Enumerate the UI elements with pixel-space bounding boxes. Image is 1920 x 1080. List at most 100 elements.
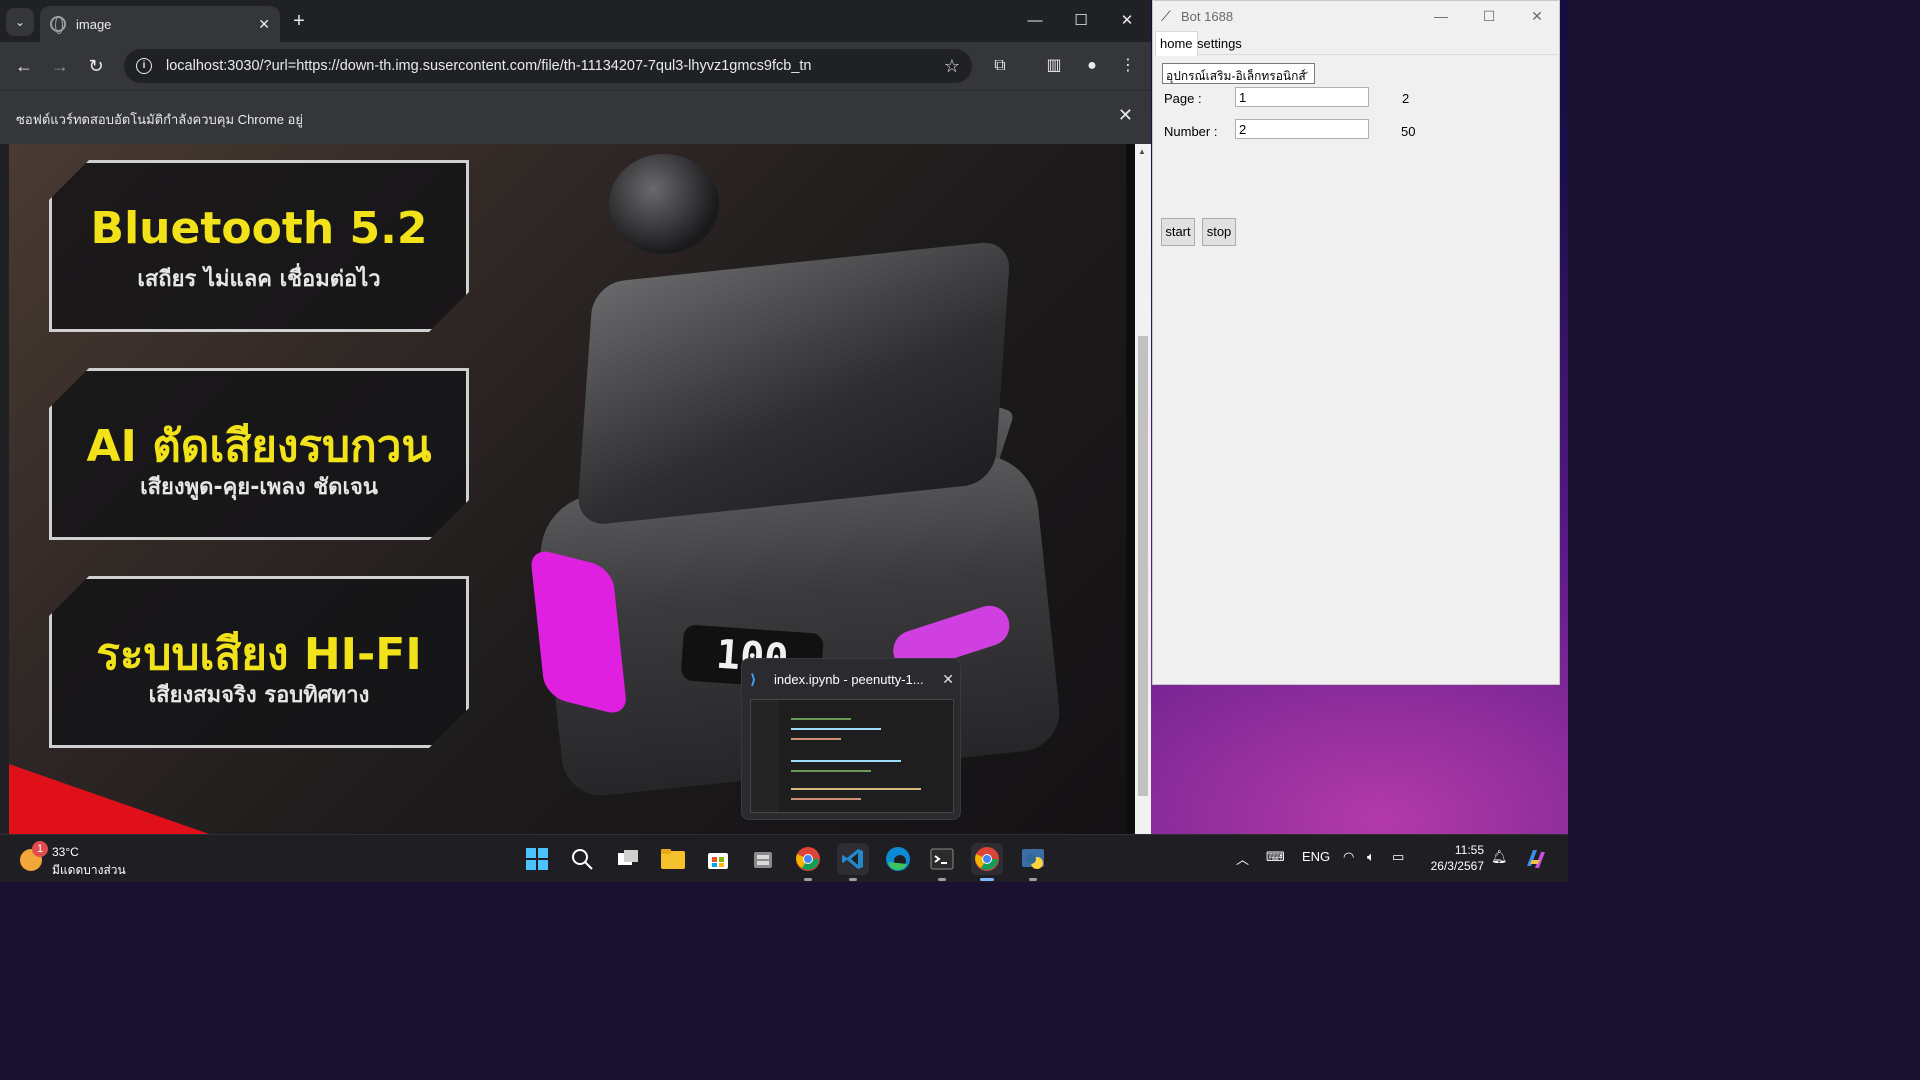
profile-icon[interactable]: ● xyxy=(1080,54,1104,78)
search-icon[interactable] xyxy=(566,843,598,875)
new-tab-icon[interactable]: + xyxy=(288,10,310,32)
maximize-icon[interactable]: ☐ xyxy=(1469,5,1509,27)
tab-settings[interactable]: settings xyxy=(1193,33,1246,55)
viewport-edge xyxy=(0,144,9,834)
number-input[interactable]: 2 xyxy=(1235,119,1369,139)
preview-title: index.ipynb - peenutty-1... xyxy=(774,671,924,687)
tab-home[interactable]: home xyxy=(1155,31,1198,56)
close-icon[interactable]: ✕ xyxy=(942,671,954,688)
feather-icon: ⟋ xyxy=(1161,8,1171,24)
globe-icon xyxy=(50,16,66,34)
running-indicator xyxy=(1029,878,1037,881)
tab-strip: ⌄ image ✕ + — ☐ ✕ xyxy=(0,0,1151,42)
automation-infobar: ซอฟต์แวร์ทดสอบอัตโนมัติกำลังควบคุม Chrom… xyxy=(0,90,1151,144)
feature-badge: Bluetooth 5.2 เสถียร ไม่แลค เชื่อมต่อไว xyxy=(49,160,469,332)
running-indicator xyxy=(938,878,946,881)
number-label: Number : xyxy=(1164,124,1218,139)
keyboard-icon[interactable]: ⌨ xyxy=(1266,849,1285,865)
running-indicator xyxy=(980,878,994,881)
page-viewport: 100 Bluetooth 5.2 เสถียร ไม่แลค เชื่อมต่… xyxy=(0,144,1151,834)
badge-subtitle: เสถียร ไม่แลค เชื่อมต่อไว xyxy=(137,267,381,292)
weather-condition: มีแดดบางส่วน xyxy=(52,863,126,877)
start-button[interactable]: start xyxy=(1161,218,1195,246)
microsoft-store-icon[interactable] xyxy=(702,843,734,875)
battery-icon[interactable]: ▭ xyxy=(1392,849,1404,865)
infobar-close-icon[interactable]: ✕ xyxy=(1118,105,1133,126)
preview-thumbnail[interactable] xyxy=(750,699,954,813)
chevron-up-icon[interactable]: ︿ xyxy=(1236,849,1249,868)
taskbar-window-preview[interactable]: ⟩ index.ipynb - peenutty-1... ✕ xyxy=(741,658,961,820)
feature-badge: AI ตัดเสียงรบกวน เสียงพูด-คุย-เพลง ชัดเจ… xyxy=(49,368,469,540)
scrollbar-thumb[interactable] xyxy=(1138,336,1148,796)
running-indicator xyxy=(804,878,812,881)
chrome-icon[interactable] xyxy=(971,843,1003,881)
menu-icon[interactable]: ⋮ xyxy=(1116,54,1140,78)
thumbnail-code-line xyxy=(791,738,841,740)
badge-title: Bluetooth 5.2 xyxy=(90,203,428,254)
terminal-icon[interactable] xyxy=(926,843,958,881)
bookmark-star-icon[interactable]: ☆ xyxy=(944,56,960,77)
thumbnail-code-line xyxy=(791,798,861,800)
file-cabinet-icon[interactable] xyxy=(747,843,779,875)
stop-button[interactable]: stop xyxy=(1202,218,1236,246)
language-indicator[interactable]: ENG xyxy=(1302,849,1330,864)
thumbnail-code-line xyxy=(791,760,901,762)
clock[interactable]: 11:55 26/3/2567 xyxy=(1424,842,1484,874)
category-select-value: อุปกรณ์เสริม-อิเล็กทรอนิกส์ xyxy=(1166,69,1306,83)
wifi-icon[interactable]: ◠ xyxy=(1343,849,1354,865)
vscode-icon: ⟩ xyxy=(750,671,757,687)
badge-subtitle: เสียงพูด-คุย-เพลง ชัดเจน xyxy=(140,475,378,500)
weather-widget[interactable]: 1 33°C มีแดดบางส่วน xyxy=(18,841,138,877)
page-label: Page : xyxy=(1164,91,1202,106)
page-max-value: 2 xyxy=(1402,91,1410,106)
site-info-icon[interactable]: i xyxy=(136,58,152,74)
chrome-icon[interactable] xyxy=(792,843,824,881)
forward-icon[interactable]: → xyxy=(48,54,72,78)
browser-toolbar: ← → ↻ i localhost:3030/?url=https://down… xyxy=(0,42,1151,90)
page-input[interactable]: 1 xyxy=(1235,87,1369,107)
start-icon[interactable] xyxy=(521,843,553,875)
thumbnail-code-line xyxy=(791,770,871,772)
feature-badge: ระบบเสียง HI-FI เสียงสมจริง รอบทิศทาง xyxy=(49,576,469,748)
edge-icon[interactable] xyxy=(882,843,914,875)
earbud-graphic xyxy=(609,154,719,254)
url-text[interactable]: localhost:3030/?url=https://down-th.img.… xyxy=(166,58,944,74)
badge-subtitle: เสียงสมจริง รอบทิศทาง xyxy=(148,683,370,708)
chevron-down-icon[interactable]: ⌄ xyxy=(1302,66,1310,77)
back-icon[interactable]: ← xyxy=(12,54,36,78)
file-explorer-icon[interactable] xyxy=(657,843,689,875)
thumbnail-code-line xyxy=(791,718,851,720)
vscode-icon[interactable] xyxy=(837,843,869,881)
notification-bell-icon[interactable]: 🔔︎ xyxy=(1491,849,1508,865)
volume-icon[interactable]: 🔈︎ xyxy=(1367,849,1375,865)
case-lid-graphic xyxy=(576,239,1012,527)
close-window-icon[interactable]: ✕ xyxy=(1104,6,1150,36)
category-select[interactable]: อุปกรณ์เสริม-อิเล็กทรอนิกส์ ⌄ xyxy=(1162,63,1315,84)
extensions-icon[interactable]: ⧉ xyxy=(988,54,1012,78)
copilot-icon[interactable] xyxy=(1520,843,1552,875)
weather-temperature: 33°C xyxy=(52,845,79,859)
red-corner-graphic xyxy=(9,764,209,834)
weather-alert-badge: 1 xyxy=(32,841,48,857)
tab-title: image xyxy=(76,16,112,32)
thumbnail-code-line xyxy=(791,788,921,790)
task-view-icon[interactable] xyxy=(612,843,644,875)
number-max-value: 50 xyxy=(1401,124,1416,139)
close-icon[interactable]: ✕ xyxy=(258,16,270,33)
tab-search-icon[interactable]: ⌄ xyxy=(6,8,34,36)
scroll-up-icon[interactable]: ▲ xyxy=(1138,147,1146,156)
bot-window: ⟋ Bot 1688 — ☐ ✕ home settings อุปกรณ์เส… xyxy=(1152,0,1560,685)
running-indicator xyxy=(849,878,857,881)
infobar-message: ซอฟต์แวร์ทดสอบอัตโนมัติกำลังควบคุม Chrom… xyxy=(16,112,303,127)
address-bar[interactable]: i localhost:3030/?url=https://down-th.im… xyxy=(124,49,972,83)
reload-icon[interactable]: ↻ xyxy=(84,54,108,78)
close-window-icon[interactable]: ✕ xyxy=(1517,5,1557,27)
maximize-icon[interactable]: ☐ xyxy=(1058,6,1104,36)
minimize-icon[interactable]: — xyxy=(1421,5,1461,27)
minimize-icon[interactable]: — xyxy=(1012,6,1058,36)
python-icon[interactable] xyxy=(1017,843,1049,881)
side-panel-icon[interactable]: ▥ xyxy=(1042,54,1066,78)
preview-header: ⟩ index.ipynb - peenutty-1... ✕ xyxy=(750,669,954,689)
vertical-scrollbar[interactable]: ▲ xyxy=(1135,144,1151,834)
browser-tab[interactable]: image ✕ xyxy=(40,6,280,42)
